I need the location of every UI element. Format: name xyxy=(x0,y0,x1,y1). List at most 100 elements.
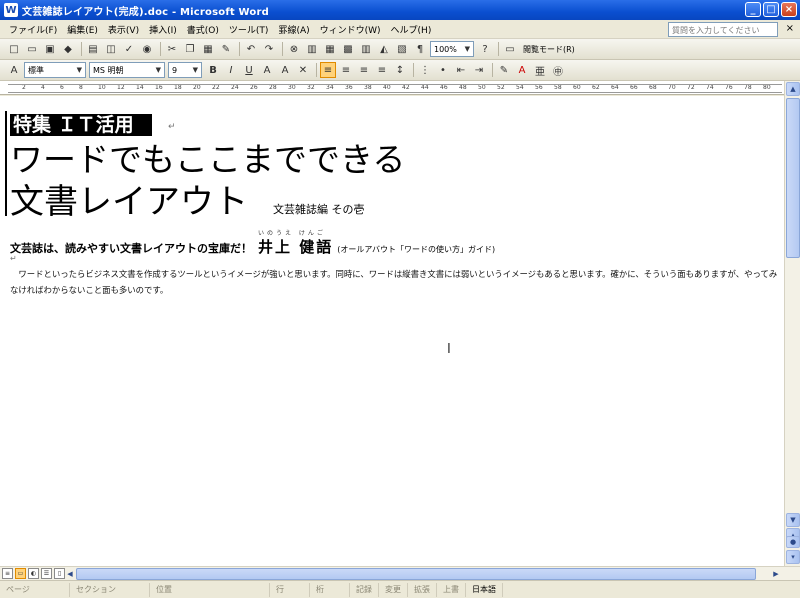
status-column[interactable]: 桁 xyxy=(310,582,350,597)
close-button[interactable]: × xyxy=(781,2,797,17)
menu-edit[interactable]: 編集(E) xyxy=(62,23,103,36)
reading-mode-button[interactable]: 閲覧モード(R) xyxy=(523,44,575,55)
web-layout-view-icon[interactable]: ◐ xyxy=(28,568,39,579)
author: いのうえ けんご 井上 健語 xyxy=(258,230,333,257)
normal-view-icon[interactable]: ≡ xyxy=(2,568,13,579)
ruler-tick-label: 24 xyxy=(231,84,239,91)
status-position[interactable]: 位置 xyxy=(150,582,270,597)
help-question-input[interactable]: 質問を入力してください xyxy=(668,22,778,37)
vertical-scroll-thumb[interactable] xyxy=(786,98,800,258)
paste-icon[interactable]: ▦ xyxy=(200,41,216,57)
new-document-icon[interactable]: □ xyxy=(6,41,22,57)
scroll-up-icon[interactable]: ▲ xyxy=(786,82,800,96)
status-page[interactable]: ページ xyxy=(0,582,70,597)
insert-table-icon[interactable]: ▦ xyxy=(322,41,338,57)
ruler-tick-label: 66 xyxy=(630,84,638,91)
help-icon[interactable]: ? xyxy=(477,41,493,57)
font-size-combo[interactable]: 9 ▼ xyxy=(168,62,202,78)
menu-view[interactable]: 表示(V) xyxy=(103,23,144,36)
document-close-icon[interactable]: × xyxy=(786,23,794,34)
drawing-icon[interactable]: ◭ xyxy=(376,41,392,57)
char-scale-icon[interactable]: ✕ xyxy=(295,62,311,78)
undo-icon[interactable]: ↶ xyxy=(243,41,259,57)
columns-icon[interactable]: ▥ xyxy=(358,41,374,57)
char-shading-icon[interactable]: A xyxy=(277,62,293,78)
font-combo[interactable]: MS 明朝 ▼ xyxy=(89,62,165,78)
cut-icon[interactable]: ✂ xyxy=(164,41,180,57)
bullets-icon[interactable]: • xyxy=(435,62,451,78)
status-language[interactable]: 日本語 xyxy=(466,582,503,597)
word-window: W 文芸雑誌レイアウト(完成).doc - Microsoft Word _ □… xyxy=(0,0,800,598)
numbering-icon[interactable]: ⋮ xyxy=(417,62,433,78)
enclosed-char-icon[interactable]: ㊥ xyxy=(550,62,566,78)
horizontal-ruler[interactable]: 2 4 6 8 10 12 14 16 18 20 22 24 26 28 30 32 34 36 38 40 42 44… xyxy=(0,81,784,95)
research-icon[interactable]: ◉ xyxy=(139,41,155,57)
print-layout-view-icon[interactable]: ▭ xyxy=(15,568,26,579)
vertical-scrollbar[interactable]: ▲ ▼ ▴ ● ▾ xyxy=(784,81,800,566)
justify-icon[interactable]: ≡ xyxy=(374,62,390,78)
phonetic-guide-icon[interactable]: 亜 xyxy=(532,62,548,78)
menu-format[interactable]: 書式(O) xyxy=(182,23,224,36)
line-spacing-icon[interactable]: ↕ xyxy=(392,62,408,78)
increase-indent-icon[interactable]: ⇥ xyxy=(471,62,487,78)
horizontal-scrollbar[interactable]: ≡ ▭ ◐ ☰ ▯ ◀ ▶ xyxy=(0,566,800,580)
zoom-combo[interactable]: 100% ▼ xyxy=(430,41,474,57)
menu-file[interactable]: ファイル(F) xyxy=(4,23,62,36)
underline-icon[interactable]: U xyxy=(241,62,257,78)
horizontal-scroll-thumb[interactable] xyxy=(76,568,756,580)
status-track-changes[interactable]: 変更 xyxy=(379,582,408,597)
reading-mode-icon[interactable]: ▭ xyxy=(502,41,518,57)
ruler-tick-label: 72 xyxy=(687,84,695,91)
maximize-button[interactable]: □ xyxy=(763,2,779,17)
browse-object-icon[interactable]: ● xyxy=(786,536,800,548)
hyperlink-icon[interactable]: ⊗ xyxy=(286,41,302,57)
ruler-tick-label: 62 xyxy=(592,84,600,91)
align-right-icon[interactable]: ≡ xyxy=(356,62,372,78)
outline-view-icon[interactable]: ☰ xyxy=(41,568,52,579)
permission-icon[interactable]: ◆ xyxy=(60,41,76,57)
italic-icon[interactable]: I xyxy=(223,62,239,78)
format-painter-icon[interactable]: ✎ xyxy=(218,41,234,57)
status-extend[interactable]: 拡張 xyxy=(408,582,437,597)
insert-excel-icon[interactable]: ▩ xyxy=(340,41,356,57)
title-bar[interactable]: W 文芸雑誌レイアウト(完成).doc - Microsoft Word _ □… xyxy=(0,0,800,20)
status-overtype[interactable]: 上書 xyxy=(437,582,466,597)
show-hide-icon[interactable]: ¶ xyxy=(412,41,428,57)
font-color-icon[interactable]: A xyxy=(514,62,530,78)
open-folder-icon[interactable]: ▭ xyxy=(24,41,40,57)
copy-icon[interactable]: ❐ xyxy=(182,41,198,57)
toolbar-separator xyxy=(282,42,283,56)
redo-icon[interactable]: ↷ xyxy=(261,41,277,57)
minimize-button[interactable]: _ xyxy=(745,2,761,17)
style-combo[interactable]: 標準 ▼ xyxy=(24,62,86,78)
scroll-right-icon[interactable]: ▶ xyxy=(770,568,782,580)
scroll-left-icon[interactable]: ◀ xyxy=(64,568,76,580)
bold-icon[interactable]: B xyxy=(205,62,221,78)
horizontal-scroll-track[interactable]: ◀ ▶ xyxy=(64,568,782,580)
decrease-indent-icon[interactable]: ⇤ xyxy=(453,62,469,78)
align-left-icon[interactable]: ≡ xyxy=(320,62,336,78)
spelling-icon[interactable]: ✓ xyxy=(121,41,137,57)
char-border-icon[interactable]: A xyxy=(259,62,275,78)
document-map-icon[interactable]: ▧ xyxy=(394,41,410,57)
styles-icon[interactable]: A xyxy=(6,62,22,78)
align-center-icon[interactable]: ≡ xyxy=(338,62,354,78)
next-page-icon[interactable]: ▾ xyxy=(786,550,800,564)
print-preview-icon[interactable]: ◫ xyxy=(103,41,119,57)
highlight-icon[interactable]: ✎ xyxy=(496,62,512,78)
status-record[interactable]: 記録 xyxy=(350,582,379,597)
lead-text: 文芸誌は、読みやすい文書レイアウトの宝庫だ！ xyxy=(10,242,252,255)
scroll-down-icon[interactable]: ▼ xyxy=(786,513,800,527)
save-icon[interactable]: ▣ xyxy=(42,41,58,57)
status-section[interactable]: セクション xyxy=(70,582,150,597)
word-app-icon[interactable]: W xyxy=(4,3,18,17)
menu-table[interactable]: 罫線(A) xyxy=(273,23,314,36)
tables-borders-icon[interactable]: ▥ xyxy=(304,41,320,57)
status-line[interactable]: 行 xyxy=(270,582,310,597)
menu-help[interactable]: ヘルプ(H) xyxy=(386,23,437,36)
document-page[interactable]: 特集 ＩＴ活用 ↵ ワードでもここまでできる 文書レイアウト 文芸雑誌編 その壱… xyxy=(0,96,784,566)
menu-tools[interactable]: ツール(T) xyxy=(224,23,274,36)
menu-window[interactable]: ウィンドウ(W) xyxy=(315,23,386,36)
print-icon[interactable]: ▤ xyxy=(85,41,101,57)
menu-insert[interactable]: 挿入(I) xyxy=(144,23,182,36)
